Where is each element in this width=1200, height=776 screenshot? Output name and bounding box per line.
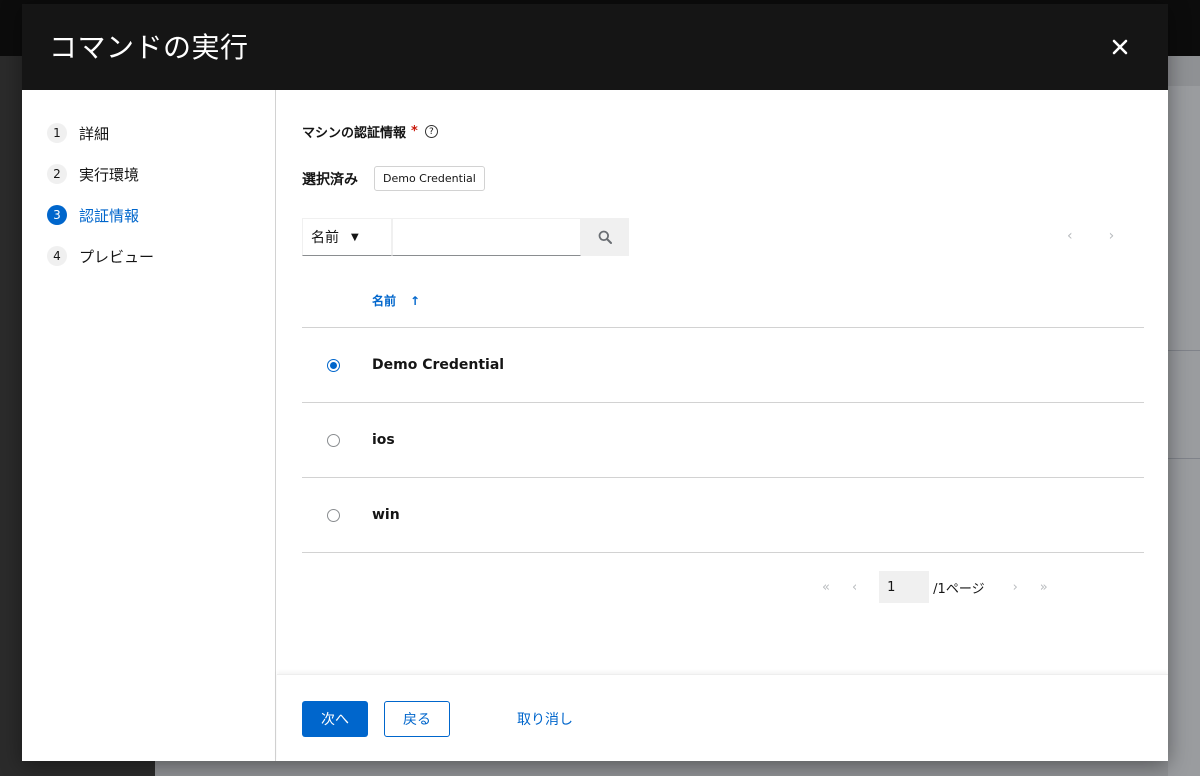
field-label-text: マシンの認証情報 <box>302 126 407 141</box>
prev-page-button[interactable]: ‹ <box>852 580 857 595</box>
credential-table: 名前 ↑ Demo Credential ios win <box>302 274 1144 553</box>
row-name: Demo Credential <box>372 357 505 373</box>
close-button[interactable] <box>1102 29 1138 65</box>
machine-credential-label: マシンの認証情報 * ? <box>302 122 438 141</box>
bottom-pagination: « ‹ /1ページ › » <box>822 571 1070 603</box>
table-row[interactable]: ios <box>302 403 1144 478</box>
step-label: 認証情報 <box>79 206 140 225</box>
step-number: 2 <box>47 164 67 184</box>
selected-credentials: 選択済み Demo Credential <box>302 166 485 191</box>
last-page-button[interactable]: » <box>1040 580 1048 595</box>
row-radio-button[interactable] <box>327 433 340 447</box>
step-number: 4 <box>47 246 67 266</box>
step-number: 3 <box>47 205 67 225</box>
background-divider <box>1168 350 1200 351</box>
search-filter-dropdown[interactable]: 名前 ▼ <box>302 218 392 256</box>
run-command-modal: コマンドの実行 1 詳細 2 実行環境 3 認証情報 4 プレビュー マシンの認… <box>22 4 1168 761</box>
search-input[interactable] <box>392 218 581 256</box>
step-label: プレビュー <box>79 247 155 266</box>
wizard-nav: 1 詳細 2 実行環境 3 認証情報 4 プレビュー <box>22 90 276 761</box>
row-name: win <box>372 507 400 523</box>
back-button[interactable]: 戻る <box>384 701 450 737</box>
top-prev-page-button[interactable]: ‹ <box>1067 228 1073 244</box>
table-header: 名前 ↑ <box>302 274 1144 328</box>
table-row[interactable]: win <box>302 478 1144 553</box>
wizard-step-credential[interactable]: 3 認証情報 <box>22 201 275 229</box>
caret-down-icon: ▼ <box>351 231 359 243</box>
help-icon[interactable]: ? <box>424 125 438 138</box>
page-number-input[interactable] <box>879 571 930 603</box>
page-total-label: /1ページ <box>933 581 985 597</box>
close-icon <box>1112 39 1128 55</box>
first-page-button[interactable]: « <box>822 580 830 595</box>
step-label: 実行環境 <box>79 165 140 184</box>
selected-label: 選択済み <box>302 171 358 188</box>
next-page-button[interactable]: › <box>1013 580 1018 595</box>
search-toolbar: 名前 ▼ <box>302 218 629 256</box>
modal-title: コマンドの実行 <box>49 31 249 64</box>
filter-value: 名前 <box>311 230 339 246</box>
table-row[interactable]: Demo Credential <box>302 328 1144 403</box>
row-radio-button[interactable] <box>327 358 340 372</box>
step-number: 1 <box>47 123 67 143</box>
search-button[interactable] <box>581 218 629 256</box>
cancel-button[interactable]: 取り消し <box>505 701 585 737</box>
step-label: 詳細 <box>79 124 110 143</box>
wizard-step-preview[interactable]: 4 プレビュー <box>22 242 275 270</box>
wizard-step-execution-environment[interactable]: 2 実行環境 <box>22 160 275 188</box>
wizard-step-details[interactable]: 1 詳細 <box>22 119 275 147</box>
required-indicator: * <box>411 124 418 139</box>
top-pagination: ‹ › <box>1067 228 1114 244</box>
wizard-body: マシンの認証情報 * ? 選択済み Demo Credential 名前 ▼ ‹ <box>277 90 1168 674</box>
selected-credential-chip[interactable]: Demo Credential <box>374 166 485 191</box>
next-button[interactable]: 次へ <box>302 701 368 737</box>
row-name: ios <box>372 432 395 448</box>
background-divider <box>1168 458 1200 459</box>
name-column-header[interactable]: 名前 ↑ <box>372 292 420 309</box>
modal-header: コマンドの実行 <box>22 4 1168 90</box>
wizard-footer: 次へ 戻る 取り消し <box>277 674 1168 761</box>
sort-ascending-icon: ↑ <box>410 293 421 308</box>
row-radio-button[interactable] <box>327 508 340 522</box>
column-header-label: 名前 <box>372 294 397 308</box>
top-next-page-button[interactable]: › <box>1109 228 1115 244</box>
background-right-panel <box>1168 86 1200 776</box>
search-icon <box>598 230 612 244</box>
